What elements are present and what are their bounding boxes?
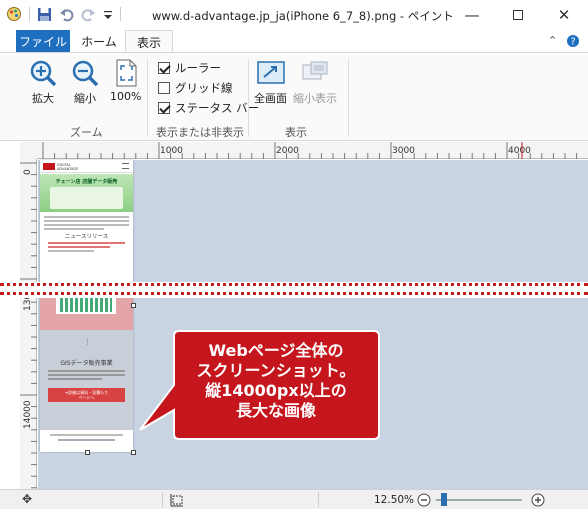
cursor-position-icon: ✥ [22, 492, 33, 506]
zoom-out-small-icon[interactable] [417, 493, 431, 507]
zoom-level: 12.50% [374, 494, 415, 506]
zoom-slider-track[interactable] [436, 499, 522, 501]
status-bar: ✥ 12.50% [0, 489, 588, 509]
zoom-slider-thumb[interactable] [441, 493, 447, 506]
callout-line-3: 縦14000px以上の [205, 381, 347, 400]
callout-line-4: 長大な画像 [235, 401, 316, 420]
callout-bubble [139, 330, 380, 440]
callout-text: Webページ全体の スクリーンショット。 縦14000px以上の 長大な画像 [175, 341, 377, 421]
selection-size-icon [170, 494, 183, 507]
callout-line-2: スクリーンショット。 [196, 361, 356, 380]
callout-line-1: Webページ全体の [208, 341, 344, 360]
zoom-in-small-icon[interactable] [531, 493, 545, 507]
